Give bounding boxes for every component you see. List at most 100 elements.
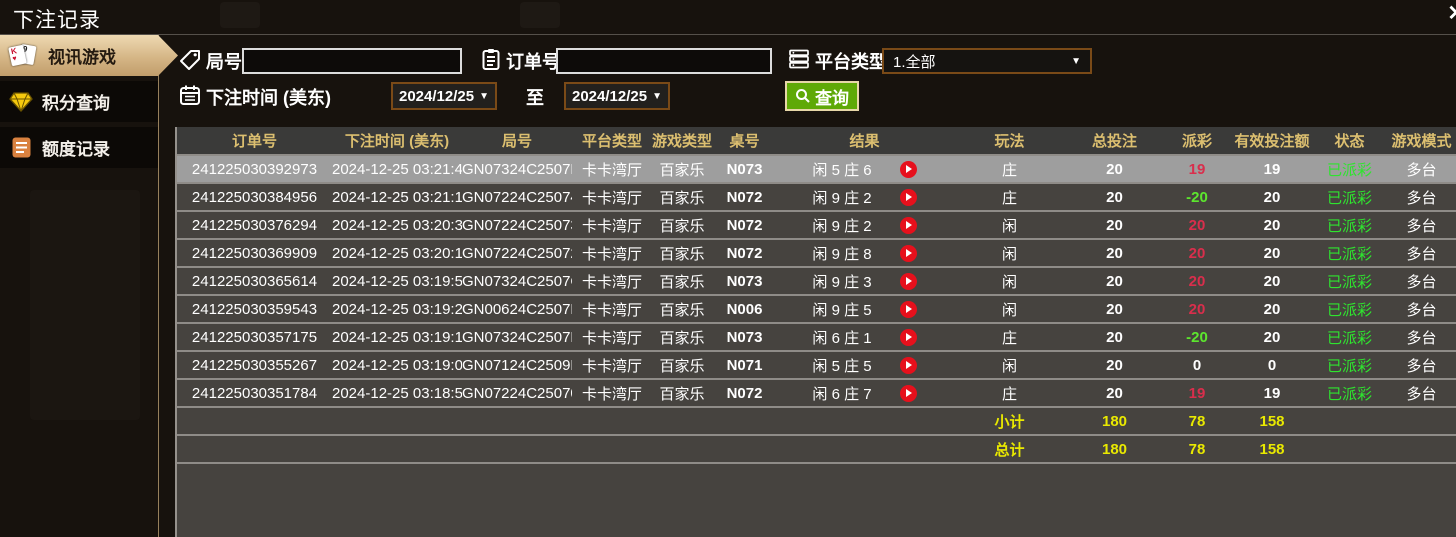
table-end-divider: [177, 462, 1456, 464]
cell-valid_bet: 19: [1263, 160, 1281, 178]
date-from-picker[interactable]: 2024/12/25 ▼: [391, 82, 497, 110]
cell-time: 2024-12-25 03:19:29: [332, 300, 462, 318]
cell-payout: 0: [1192, 356, 1202, 374]
cell-platform: 卡卡湾厅: [581, 357, 642, 375]
table-row[interactable]: 241225030376294 2024-12-25 03:20:39 GN0722…: [177, 210, 1456, 238]
subtotal-label: 小计: [994, 413, 1025, 431]
play-video-icon[interactable]: [899, 328, 917, 346]
play-video-icon[interactable]: [899, 300, 917, 318]
table-row[interactable]: 241225030355267 2024-12-25 03:19:03 GN0712…: [177, 350, 1456, 378]
cell-total_bet: 20: [1106, 384, 1123, 402]
cell-game: 百家乐: [659, 217, 705, 235]
column-header: 游戏类型: [652, 133, 712, 150]
table-row[interactable]: 241225030369909 2024-12-25 03:20:14 GN0722…: [177, 238, 1456, 266]
play-video-icon[interactable]: [899, 216, 917, 234]
bet-time-label: 下注时间 (美东): [206, 88, 331, 108]
document-icon: [9, 137, 33, 159]
column-header: 订单号: [231, 133, 277, 150]
cell-play: 闲: [1001, 245, 1017, 263]
result-text: 闲 9 庄 2: [812, 189, 872, 207]
cell-order: 241225030365614: [191, 272, 318, 290]
close-icon[interactable]: ✕: [1447, 1, 1456, 26]
cell-time: 2024-12-25 03:21:15: [332, 188, 462, 206]
cell-status: 已派彩: [1326, 217, 1372, 235]
chevron-down-icon: ▼: [652, 90, 662, 102]
cell-total_bet: 20: [1106, 356, 1123, 374]
round-number-input[interactable]: [242, 48, 462, 74]
cell-mode: 多台: [1406, 245, 1437, 263]
cell-time: 2024-12-25 03:19:53: [332, 272, 462, 290]
column-header: 局号: [501, 133, 532, 150]
cell-mode: 多台: [1406, 385, 1437, 403]
cell-status: 已派彩: [1326, 301, 1372, 319]
cell-status: 已派彩: [1326, 273, 1372, 291]
cell-valid_bet: 19: [1263, 384, 1281, 402]
cell-platform: 卡卡湾厅: [581, 329, 642, 347]
cell-table_no: N073: [726, 328, 763, 346]
order-number-input[interactable]: [556, 48, 772, 74]
cell-valid_bet: 0: [1267, 356, 1277, 374]
cell-mode: 多台: [1406, 217, 1437, 235]
cell-total_bet: 20: [1106, 272, 1123, 290]
cell-round: GN07224C25073: [462, 216, 572, 234]
cell-payout: 20: [1188, 244, 1206, 262]
result-text: 闲 9 庄 2: [812, 217, 872, 235]
cell-valid_bet: 20: [1263, 188, 1281, 206]
platform-type-select[interactable]: 1.全部 ▼: [882, 48, 1092, 74]
table-row[interactable]: 241225030384956 2024-12-25 03:21:15 GN0722…: [177, 182, 1456, 210]
column-header: 有效投注额: [1234, 133, 1310, 150]
title-bar: 下注记录 ✕: [0, 0, 1456, 35]
order-number-label: 订单号: [506, 52, 560, 72]
page-title: 下注记录: [13, 9, 101, 32]
grand-total-valid-bet: 158: [1259, 440, 1285, 458]
cell-total_bet: 20: [1106, 216, 1123, 234]
grand-total-total-bet: 180: [1101, 440, 1128, 458]
result-text: 闲 5 庄 6: [812, 161, 872, 179]
cell-mode: 多台: [1406, 357, 1437, 375]
cell-platform: 卡卡湾厅: [581, 161, 642, 179]
sidebar-item-points-query[interactable]: 积分查询: [0, 81, 158, 122]
cell-payout: 20: [1188, 272, 1206, 290]
cell-time: 2024-12-25 03:18:51: [332, 384, 462, 402]
sidebar-item-quota-records[interactable]: 额度记录: [0, 127, 158, 168]
table-row[interactable]: 241225030351784 2024-12-25 03:18:51 GN0722…: [177, 378, 1456, 406]
cell-status: 已派彩: [1326, 329, 1372, 347]
cell-round: GN07224C25070: [462, 384, 572, 402]
play-video-icon[interactable]: [899, 188, 917, 206]
table-row[interactable]: 241225030357175 2024-12-25 03:19:15 GN0732…: [177, 322, 1456, 350]
cell-order: 241225030376294: [191, 216, 318, 234]
search-button[interactable]: 查询: [785, 81, 859, 111]
subtotal-payout: 78: [1188, 412, 1206, 430]
date-to-value: 2024/12/25: [572, 87, 648, 105]
column-header: 结果: [849, 133, 880, 150]
play-video-icon[interactable]: [899, 160, 917, 178]
cell-table_no: N072: [726, 216, 763, 234]
cell-game: 百家乐: [659, 273, 705, 291]
table-row[interactable]: 241225030392973 2024-12-25 03:21:49 GN0732…: [177, 154, 1456, 182]
betting-records-window: 下注记录 ✕ 9♠ K♥ 视讯游戏 积分查询: [0, 0, 1456, 537]
cell-mode: 多台: [1406, 189, 1437, 207]
diamond-gem-icon: [9, 91, 33, 113]
table-row[interactable]: 241225030365614 2024-12-25 03:19:53 GN0732…: [177, 266, 1456, 294]
cell-payout: -20: [1186, 328, 1208, 346]
table-row[interactable]: 241225030359543 2024-12-25 03:19:29 GN0062…: [177, 294, 1456, 322]
result-text: 闲 9 庄 8: [812, 245, 872, 263]
grand-total-payout: 78: [1188, 440, 1206, 458]
cell-table_no: N072: [726, 188, 763, 206]
cell-time: 2024-12-25 03:20:14: [332, 244, 462, 262]
play-video-icon[interactable]: [899, 244, 917, 262]
cell-platform: 卡卡湾厅: [581, 245, 642, 263]
play-video-icon[interactable]: [899, 384, 917, 402]
play-video-icon[interactable]: [899, 356, 917, 374]
date-to-picker[interactable]: 2024/12/25 ▼: [564, 82, 670, 110]
tag-icon: [178, 48, 202, 72]
cell-valid_bet: 20: [1263, 272, 1281, 290]
cell-time: 2024-12-25 03:20:39: [332, 216, 462, 234]
column-header: 平台类型: [581, 133, 642, 150]
play-video-icon[interactable]: [899, 272, 917, 290]
cell-play: 庄: [1001, 189, 1017, 207]
calendar-icon: [178, 83, 202, 107]
column-header: 游戏模式: [1391, 133, 1452, 150]
cell-valid_bet: 20: [1263, 328, 1281, 346]
result-text: 闲 6 庄 7: [812, 385, 872, 403]
